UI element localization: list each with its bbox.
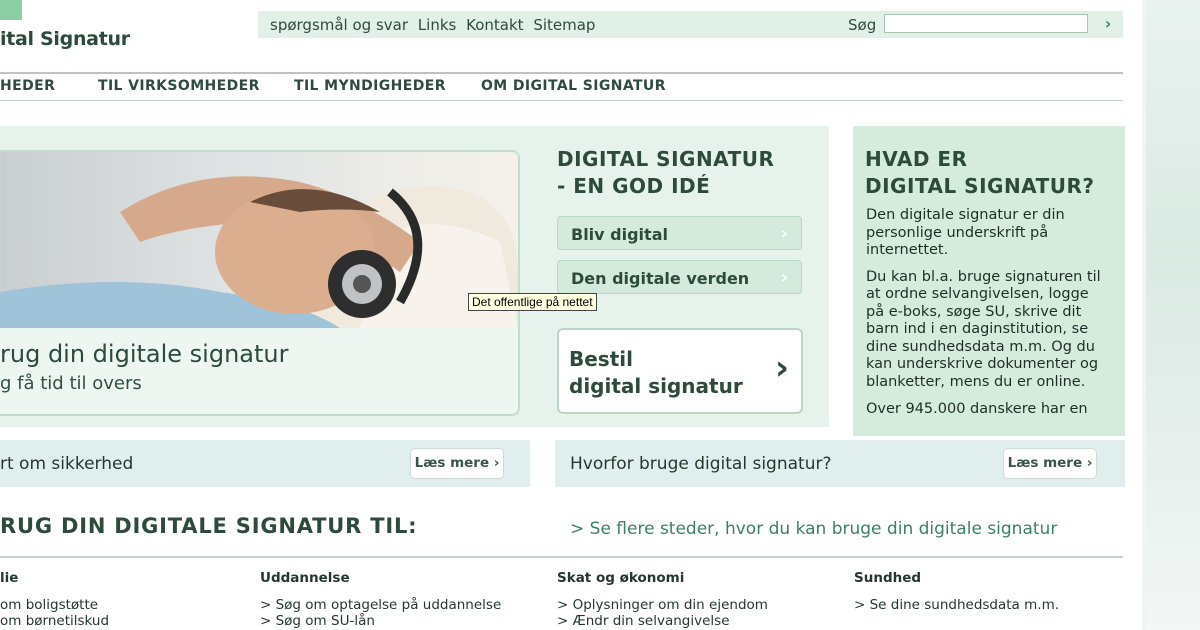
panel-title-line1: DIGITAL SIGNATUR (557, 147, 775, 171)
logo-mark (0, 0, 22, 20)
bestil-label: Bestil digital signatur (569, 346, 743, 400)
column-heading: Skat og økonomi (557, 570, 685, 586)
hero-title[interactable]: rug din digitale signatur (0, 340, 288, 368)
logo-text[interactable]: ital Signatur (0, 28, 130, 50)
panel-title-line2: - EN GOD IDÉ (557, 174, 711, 198)
info-title: HVAD ER DIGITAL SIGNATUR? (865, 146, 1095, 200)
usage-link[interactable]: > Søg om SU-lån (260, 613, 375, 629)
nav-divider-top (0, 72, 1123, 74)
chevron-right-icon: › (780, 223, 788, 244)
search-input[interactable] (884, 14, 1088, 33)
read-more-button[interactable]: Læs mere › (1003, 448, 1097, 479)
search-go-icon[interactable]: › (1097, 14, 1119, 34)
bliv-digital-label: Bliv digital (571, 225, 668, 244)
search-label: Søg (848, 16, 877, 34)
nav-item-borgere[interactable]: HEDER (0, 78, 55, 94)
usage-link[interactable]: om børnetilskud (0, 613, 109, 629)
bestil-digital-signatur-button[interactable]: Bestil digital signatur › (557, 328, 803, 414)
bestil-label-line2: digital signatur (569, 374, 743, 398)
info-paragraph: Over 945.000 danskere har en (866, 401, 1088, 417)
link-contact[interactable]: Kontakt (466, 16, 523, 34)
usage-title: RUG DIN DIGITALE SIGNATUR TIL: (0, 514, 418, 538)
why-bar-text: Hvorfor bruge digital signatur? (570, 454, 832, 474)
bestil-label-line1: Bestil (569, 347, 633, 371)
info-paragraph: Du kan bl.a. bruge signaturen til at ord… (866, 268, 1101, 390)
info-text: Den digitale signatur er din personlige … (866, 207, 1111, 428)
man-with-headphones-image (0, 176, 518, 328)
panel-title: DIGITAL SIGNATUR - EN GOD IDÉ (557, 146, 774, 200)
usage-link[interactable]: > Oplysninger om din ejendom (557, 597, 768, 613)
tooltip: Det offentlige på nettet (468, 293, 597, 311)
link-faq[interactable]: spørgsmål og svar (270, 16, 408, 34)
column-heading: lie (0, 570, 19, 586)
bliv-digital-button[interactable]: Bliv digital › (557, 216, 802, 250)
chevron-right-icon: › (774, 348, 789, 388)
usage-divider (0, 556, 1123, 558)
read-more-button[interactable]: Læs mere › (410, 448, 504, 479)
usage-link[interactable]: > Ændr din selvangivelse (557, 613, 730, 629)
hero-subtitle: g få tid til overs (0, 373, 142, 394)
column-heading: Sundhed (854, 570, 922, 586)
chevron-right-icon: › (780, 267, 788, 288)
usage-link[interactable]: > Søg om optagelse på uddannelse (260, 597, 501, 613)
den-digitale-verden-button[interactable]: Den digitale verden › (557, 260, 802, 294)
column-heading: Uddannelse (260, 570, 350, 586)
link-sitemap[interactable]: Sitemap (533, 16, 595, 34)
see-more-link[interactable]: > Se flere steder, hvor du kan bruge din… (570, 519, 1057, 539)
nav-divider-bottom (0, 100, 1123, 101)
info-title-line1: HVAD ER (865, 147, 968, 171)
usage-link[interactable]: > Se dine sundhedsdata m.m. (854, 597, 1059, 613)
nav-item-om-digital-signatur[interactable]: OM DIGITAL SIGNATUR (481, 78, 666, 94)
nav-item-myndigheder[interactable]: TIL MYNDIGHEDER (294, 78, 446, 94)
info-paragraph: Den digitale signatur er din personlige … (866, 207, 1065, 258)
security-bar-text: rt om sikkerhed (0, 454, 134, 474)
info-title-line2: DIGITAL SIGNATUR? (865, 174, 1095, 198)
usage-link[interactable]: om boligstøtte (0, 597, 98, 613)
top-links: spørgsmål og svar Links Kontakt Sitemap (270, 16, 600, 34)
link-links[interactable]: Links (418, 16, 457, 34)
den-digitale-verden-label: Den digitale verden (571, 269, 750, 288)
nav-item-virksomheder[interactable]: TIL VIRKSOMHEDER (98, 78, 260, 94)
hero-photo (0, 152, 518, 328)
window-background (1146, 0, 1200, 630)
